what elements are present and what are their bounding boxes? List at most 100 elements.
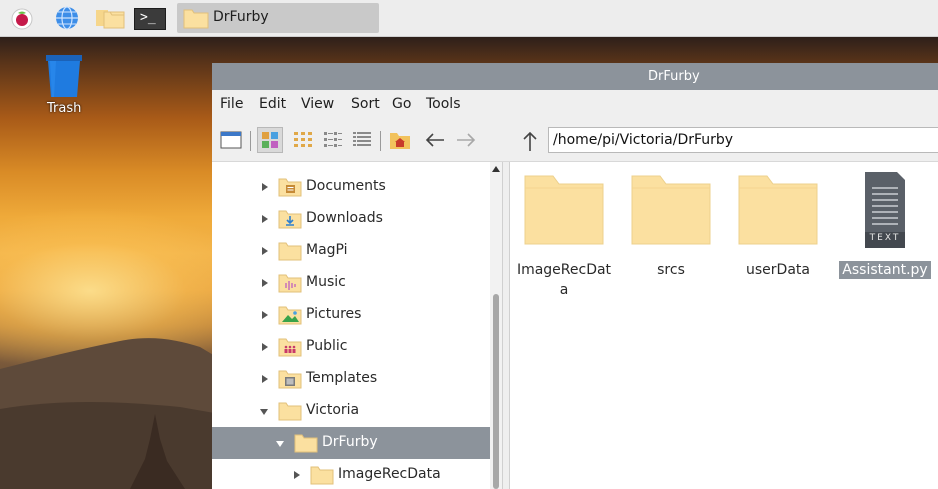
back-arrow-icon[interactable] — [424, 130, 446, 150]
file-view: ImageRecDat a srcs userData TEXT Assista… — [510, 162, 938, 489]
file-name-line1: srcs — [657, 262, 685, 278]
folder-icon — [310, 466, 334, 485]
menu-go[interactable]: Go — [392, 96, 411, 112]
folder-icon — [524, 175, 604, 245]
sidebar-scrollbar[interactable] — [490, 162, 502, 489]
menu-file[interactable]: File — [220, 96, 243, 112]
tree-item-label: Public — [306, 338, 348, 354]
tree-item-label: Victoria — [306, 402, 360, 418]
window-title: DrFurby — [648, 69, 700, 84]
forward-arrow-icon[interactable] — [455, 130, 477, 150]
trash-icon — [46, 55, 82, 97]
file-manager-icon[interactable] — [95, 6, 125, 30]
terminal-icon[interactable]: >_ — [134, 8, 166, 30]
tree-item-magpi[interactable]: MagPi — [212, 235, 490, 267]
expand-arrow-icon[interactable] — [262, 183, 268, 191]
templates-folder-icon — [278, 370, 302, 389]
path-text: /home/pi/Victoria/DrFurby — [553, 132, 734, 148]
menu-bar: File Edit View Sort Go Tools — [212, 90, 938, 119]
tree-item-label: DrFurby — [322, 434, 378, 450]
toolbar: /home/pi/Victoria/DrFurby — [212, 119, 938, 162]
menu-tools[interactable]: Tools — [426, 96, 461, 112]
up-arrow-icon[interactable] — [520, 130, 540, 152]
tree-item-victoria[interactable]: Victoria — [212, 395, 490, 427]
new-window-icon[interactable] — [220, 130, 242, 150]
folder-icon — [294, 434, 318, 453]
toolbar-separator — [380, 131, 381, 151]
scrollbar-thumb[interactable] — [493, 294, 499, 489]
tree-item-documents[interactable]: Documents — [212, 171, 490, 203]
collapse-arrow-icon[interactable] — [260, 409, 268, 415]
folder-icon — [738, 175, 818, 245]
expand-arrow-icon[interactable] — [294, 471, 300, 479]
list-view-icon[interactable] — [352, 130, 372, 150]
expand-arrow-icon[interactable] — [262, 215, 268, 223]
tree-item-label: Downloads — [306, 210, 383, 226]
path-input[interactable]: /home/pi/Victoria/DrFurby — [548, 127, 938, 153]
collapse-arrow-icon[interactable] — [276, 441, 284, 447]
desktop-trash[interactable]: Trash — [42, 53, 94, 116]
file-item-imagerecdata[interactable]: ImageRecDat a — [515, 170, 613, 298]
file-manager-window: DrFurby File Edit View Sort Go Tools /ho… — [212, 63, 938, 489]
expand-arrow-icon[interactable] — [262, 311, 268, 319]
expand-arrow-icon[interactable] — [262, 375, 268, 383]
tree-item-public[interactable]: Public — [212, 331, 490, 363]
tree-item-label: Pictures — [306, 306, 362, 322]
file-type-badge: TEXT — [869, 233, 901, 243]
menu-sort[interactable]: Sort — [351, 96, 380, 112]
thumbnail-view-icon[interactable] — [293, 130, 313, 150]
expand-arrow-icon[interactable] — [262, 343, 268, 351]
folder-icon — [278, 402, 302, 421]
tree-item-pictures[interactable]: Pictures — [212, 299, 490, 331]
menu-view[interactable]: View — [301, 96, 334, 112]
file-item-name: ImageRecDat a — [515, 260, 613, 300]
tree-item-label: Documents — [306, 178, 386, 194]
directory-tree: Documents Downloads MagPi Music Pictures… — [212, 162, 502, 489]
tree-item-label: ImageRecData — [338, 466, 441, 482]
file-item-name: srcs — [622, 260, 720, 280]
music-folder-icon — [278, 274, 302, 293]
file-name-line2: a — [559, 282, 569, 298]
trash-label: Trash — [47, 101, 82, 116]
tree-item-label: Templates — [306, 370, 378, 386]
file-name-line1: userData — [746, 262, 810, 278]
icon-view-button[interactable] — [257, 127, 283, 153]
file-item-name: userData — [729, 260, 827, 280]
file-name-line1: ImageRecDat — [516, 262, 612, 278]
tree-item-drfurby[interactable]: DrFurby — [212, 427, 490, 459]
taskbar-window-title: DrFurby — [213, 9, 269, 25]
toolbar-separator — [250, 131, 251, 151]
file-item-name: Assistant.py — [836, 260, 934, 280]
file-item-srcs[interactable]: srcs — [622, 170, 720, 278]
top-panel: >_ DrFurby — [0, 0, 938, 37]
menu-edit[interactable]: Edit — [259, 96, 286, 112]
file-item-assistant-py[interactable]: TEXT Assistant.py — [836, 170, 934, 279]
downloads-folder-icon — [278, 210, 302, 229]
documents-folder-icon — [278, 178, 302, 197]
folder-icon — [631, 175, 711, 245]
tree-item-label: MagPi — [306, 242, 348, 258]
expand-arrow-icon[interactable] — [262, 247, 268, 255]
file-item-userdata[interactable]: userData — [729, 170, 827, 278]
window-titlebar[interactable]: DrFurby — [212, 63, 938, 90]
compact-view-icon[interactable] — [323, 130, 343, 150]
pictures-folder-icon — [278, 306, 302, 325]
tree-item-downloads[interactable]: Downloads — [212, 203, 490, 235]
folder-icon — [278, 242, 302, 261]
tree-item-templates[interactable]: Templates — [212, 363, 490, 395]
folder-icon — [183, 9, 209, 29]
expand-arrow-icon[interactable] — [262, 279, 268, 287]
taskbar-window-button[interactable]: DrFurby — [177, 3, 379, 33]
file-name-line1: Assistant.py — [839, 261, 931, 279]
scroll-up-arrow-icon[interactable] — [492, 166, 500, 172]
tree-item-label: Music — [306, 274, 346, 290]
terminal-icon-glyph: >_ — [140, 10, 156, 25]
public-folder-icon — [278, 338, 302, 357]
home-icon[interactable] — [389, 130, 411, 150]
web-browser-icon[interactable] — [55, 6, 79, 30]
icon-view-icon — [262, 132, 278, 148]
pane-splitter[interactable] — [502, 162, 510, 489]
tree-item-music[interactable]: Music — [212, 267, 490, 299]
raspberry-menu-icon[interactable] — [10, 6, 34, 30]
tree-item-imagerecdata[interactable]: ImageRecData — [212, 459, 490, 489]
